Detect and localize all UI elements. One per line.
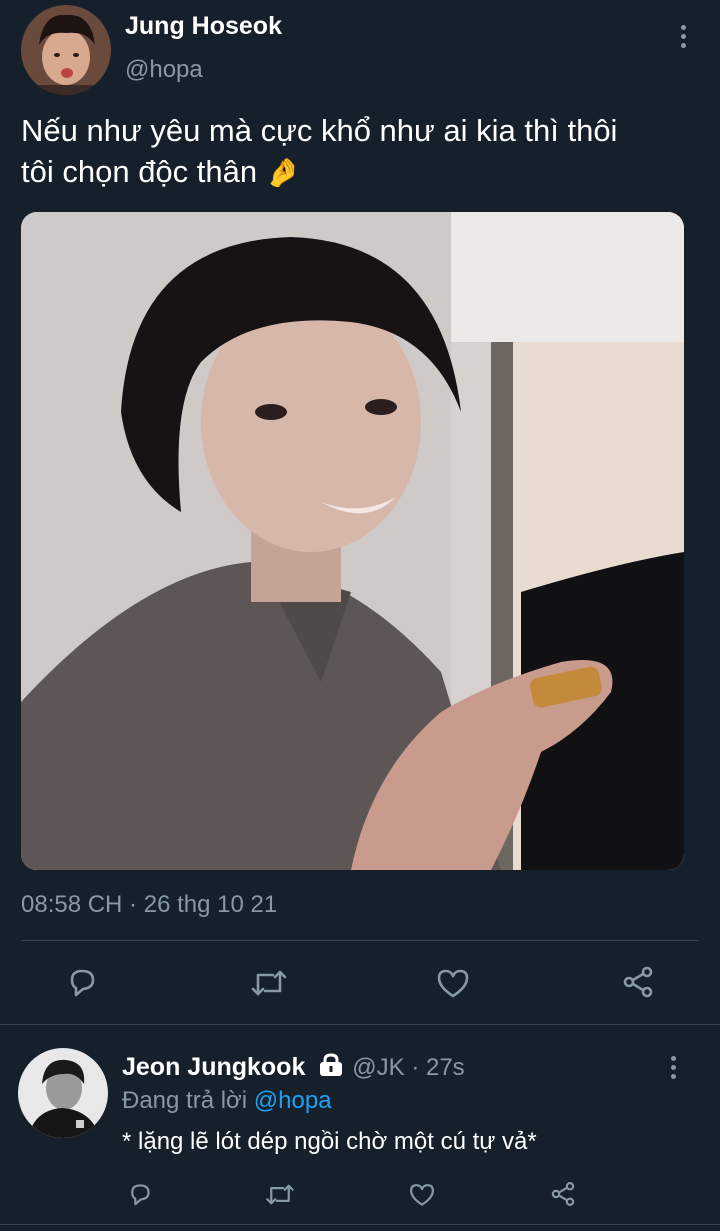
retweet-icon[interactable] [264,1181,296,1208]
tweet-text: Nếu như yêu mà cực khổ như ai kia thì th… [21,110,701,193]
share-icon[interactable] [549,1180,577,1208]
photo-image [21,212,684,870]
reply-time: 27s [425,1054,465,1081]
author-avatar[interactable] [21,5,111,95]
reply-author-avatar[interactable] [18,1048,108,1138]
replying-to-prefix: Đang trả lời [122,1087,254,1114]
tweet-text-line-1: Nếu như yêu mà cực khổ như ai kia thì th… [21,113,618,148]
reply-icon[interactable] [64,964,100,1000]
replying-to-handle[interactable]: @hopa [254,1087,332,1114]
reply-author-name[interactable]: Jeon Jungkook [122,1053,305,1081]
author-name[interactable]: Jung Hoseok [125,12,282,41]
author-handle[interactable]: @hopa [125,56,203,84]
share-icon[interactable] [620,964,656,1000]
reply-author-handle[interactable]: @JK [352,1054,404,1081]
reply-text: * lặng lẽ lót dép ngồi chờ một cú tự vả* [122,1128,537,1155]
divider [0,1024,720,1025]
avatar-image [21,5,111,95]
tweet-photo[interactable] [21,212,684,870]
replying-to: Đang trả lời @hopa [122,1087,332,1115]
reply-icon[interactable] [126,1180,154,1208]
reply-header: Jeon Jungkook @JK · 27s [122,1053,465,1082]
like-icon[interactable] [408,1181,436,1208]
divider [0,1224,720,1225]
dot-separator: · [404,1054,426,1081]
divider [21,940,699,941]
more-options-icon[interactable] [678,25,688,52]
lock-icon [318,1053,344,1082]
tweet-timestamp[interactable]: 08:58 CH · 26 thg 10 21 [21,891,277,919]
retweet-icon[interactable] [249,966,289,1000]
tweet-text-line-2-words: tôi chọn độc thân [21,154,258,189]
pinched-fingers-emoji: 🤌 [265,157,301,188]
avatar-image [18,1048,108,1138]
tweet-text-line-2: tôi chọn độc thân 🤌 [21,151,701,193]
like-icon[interactable] [435,966,471,1000]
more-options-icon[interactable] [668,1056,678,1083]
